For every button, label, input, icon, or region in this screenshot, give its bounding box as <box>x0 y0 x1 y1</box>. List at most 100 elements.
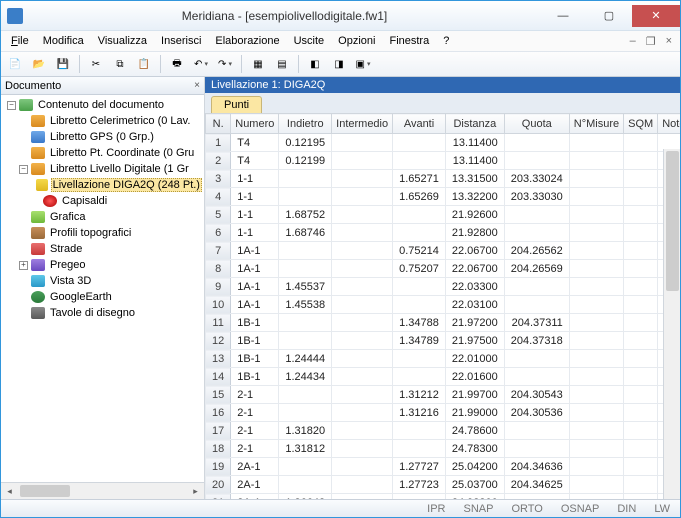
cell[interactable] <box>569 350 623 368</box>
cell[interactable]: 204.26562 <box>504 242 569 260</box>
cell[interactable] <box>504 278 569 296</box>
cell[interactable] <box>504 440 569 458</box>
cell[interactable]: 5 <box>206 206 231 224</box>
cell[interactable] <box>624 440 658 458</box>
cell[interactable]: 21.99700 <box>445 386 504 404</box>
cell[interactable]: 204.37318 <box>504 332 569 350</box>
mdi-close-button[interactable]: × <box>662 35 676 48</box>
cell[interactable] <box>569 332 623 350</box>
cell[interactable] <box>279 386 332 404</box>
cell[interactable]: 7 <box>206 242 231 260</box>
table-row[interactable]: 41-11.6526913.32200203.33030 <box>206 188 681 206</box>
cell[interactable] <box>393 440 446 458</box>
cell[interactable] <box>624 476 658 494</box>
tree-item[interactable]: Libretto Pt. Coordinate (0 Gru <box>3 145 202 161</box>
cell[interactable] <box>332 314 393 332</box>
cell[interactable]: 22.01000 <box>445 350 504 368</box>
cell[interactable] <box>332 386 393 404</box>
cell[interactable]: 1A-1 <box>231 242 279 260</box>
cell[interactable]: 22.03100 <box>445 296 504 314</box>
tree-item[interactable]: Grafica <box>3 209 202 225</box>
cell[interactable] <box>569 242 623 260</box>
cell[interactable]: 203.33030 <box>504 188 569 206</box>
cell[interactable] <box>332 476 393 494</box>
cell[interactable]: 13.11400 <box>445 134 504 152</box>
menu-uscite[interactable]: Uscite <box>288 33 331 49</box>
cell[interactable] <box>332 152 393 170</box>
menu-file[interactable]: File <box>5 33 35 49</box>
table-row[interactable]: 2T40.1219913.11400 <box>206 152 681 170</box>
cell[interactable] <box>624 350 658 368</box>
tool-icon-5[interactable]: ▣ <box>353 54 373 74</box>
cell[interactable] <box>624 278 658 296</box>
cell[interactable]: 204.26569 <box>504 260 569 278</box>
table-row[interactable]: 1T40.1219513.11400 <box>206 134 681 152</box>
cell[interactable] <box>332 458 393 476</box>
cell[interactable] <box>569 422 623 440</box>
cell[interactable] <box>624 404 658 422</box>
panel-close-icon[interactable]: × <box>194 80 200 91</box>
cell[interactable] <box>624 134 658 152</box>
cell[interactable]: 1.65271 <box>393 170 446 188</box>
cell[interactable]: 2-1 <box>231 422 279 440</box>
cell[interactable]: 24.78600 <box>445 422 504 440</box>
scroll-left-icon[interactable]: ◂ <box>1 483 18 499</box>
cell[interactable]: 13 <box>206 350 231 368</box>
cell[interactable] <box>504 368 569 386</box>
column-header[interactable]: Numero <box>231 114 279 134</box>
cell[interactable] <box>569 440 623 458</box>
cell[interactable]: 0.75214 <box>393 242 446 260</box>
cell[interactable]: 2A-1 <box>231 476 279 494</box>
cell[interactable]: 1-1 <box>231 188 279 206</box>
table-row[interactable]: 101A-11.4553822.03100 <box>206 296 681 314</box>
tree-item[interactable]: Profili topografici <box>3 225 202 241</box>
column-header[interactable]: Indietro <box>279 114 332 134</box>
status-orto[interactable]: ORTO <box>507 503 546 515</box>
cell[interactable]: 2-1 <box>231 440 279 458</box>
cell[interactable]: 1.31820 <box>279 422 332 440</box>
menu-modifica[interactable]: Modifica <box>37 33 90 49</box>
cell[interactable]: 11 <box>206 314 231 332</box>
cell[interactable] <box>504 422 569 440</box>
cell[interactable]: 8 <box>206 260 231 278</box>
cell[interactable]: 22.06700 <box>445 260 504 278</box>
cell[interactable]: 6 <box>206 224 231 242</box>
scroll-thumb[interactable] <box>666 151 679 291</box>
cell[interactable]: 204.30536 <box>504 404 569 422</box>
mdi-minimize-button[interactable]: – <box>626 35 640 48</box>
table-row[interactable]: 212A-11.3664324.98800 <box>206 494 681 500</box>
cell[interactable]: 2-1 <box>231 386 279 404</box>
tree-item[interactable]: GoogleEarth <box>3 289 202 305</box>
cell[interactable] <box>279 188 332 206</box>
cell[interactable]: 4 <box>206 188 231 206</box>
cell[interactable]: 24.78300 <box>445 440 504 458</box>
cell[interactable] <box>569 152 623 170</box>
cell[interactable]: 1B-1 <box>231 350 279 368</box>
cell[interactable] <box>332 440 393 458</box>
cell[interactable] <box>279 332 332 350</box>
cell[interactable] <box>569 314 623 332</box>
cell[interactable] <box>569 170 623 188</box>
cell[interactable]: 203.33024 <box>504 170 569 188</box>
cell[interactable]: 12 <box>206 332 231 350</box>
cell[interactable]: 16 <box>206 404 231 422</box>
column-header[interactable]: N. <box>206 114 231 134</box>
cell[interactable] <box>624 368 658 386</box>
cell[interactable] <box>504 206 569 224</box>
table-row[interactable]: 182-11.3181224.78300 <box>206 440 681 458</box>
cell[interactable] <box>624 332 658 350</box>
cell[interactable]: 1B-1 <box>231 314 279 332</box>
cell[interactable]: 0.12195 <box>279 134 332 152</box>
undo-icon[interactable]: ↶ <box>191 54 211 74</box>
cell[interactable]: 2-1 <box>231 404 279 422</box>
cell[interactable] <box>393 494 446 500</box>
open-icon[interactable]: 📂 <box>29 54 49 74</box>
cell[interactable] <box>569 260 623 278</box>
maximize-button[interactable]: ▢ <box>586 5 632 27</box>
tree-horizontal-scrollbar[interactable]: ◂ ▸ <box>1 482 204 499</box>
cell[interactable] <box>332 332 393 350</box>
cell[interactable] <box>504 224 569 242</box>
scroll-thumb[interactable] <box>20 485 70 497</box>
cell[interactable] <box>279 170 332 188</box>
status-din[interactable]: DIN <box>613 503 640 515</box>
